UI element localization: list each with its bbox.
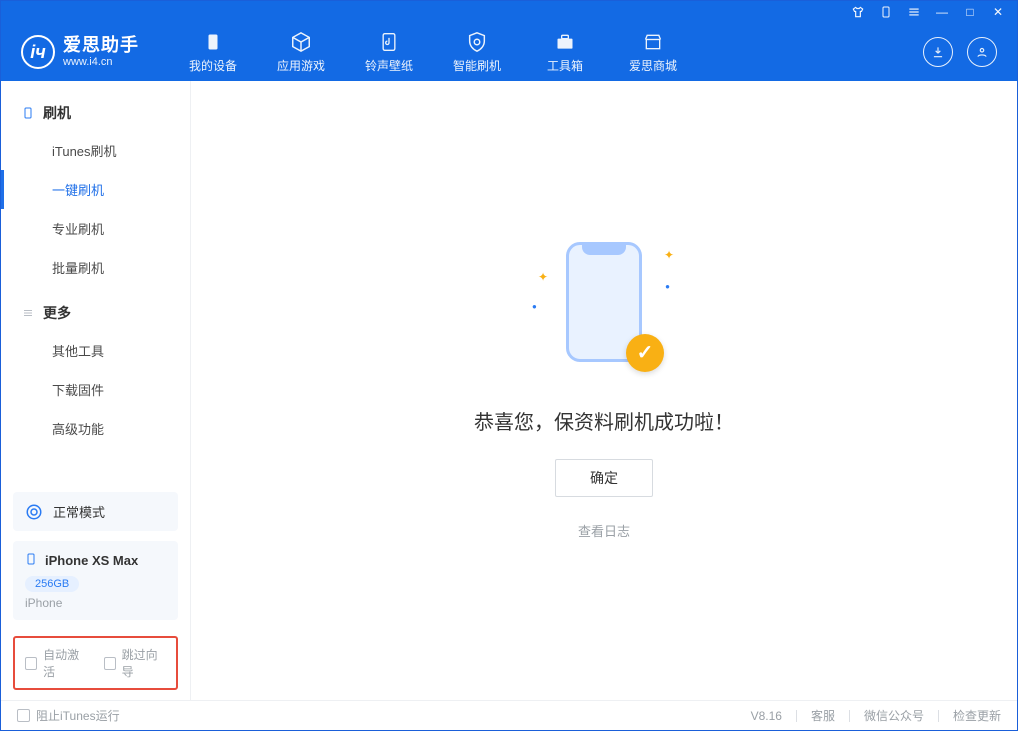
device-type: iPhone <box>25 596 166 610</box>
cube-icon <box>290 31 312 53</box>
shield-refresh-icon <box>466 31 488 53</box>
nav-store[interactable]: 爱思商城 <box>609 23 697 81</box>
sidebar: 刷机 iTunes刷机 一键刷机 专业刷机 批量刷机 更多 其他工具 下载固件 … <box>1 81 191 700</box>
version-label: V8.16 <box>751 709 782 723</box>
header: iч 爱思助手 www.i4.cn 我的设备 应用游戏 铃声壁纸 智能刷机 <box>1 23 1017 81</box>
success-illustration: ✦ ● ✦ ● ✓ <box>544 242 664 382</box>
customer-service-link[interactable]: 客服 <box>811 707 835 724</box>
minimize-icon[interactable]: — <box>935 5 949 19</box>
phone-small-icon[interactable] <box>879 5 893 19</box>
store-icon <box>642 31 664 53</box>
nav-label: 爱思商城 <box>629 57 677 74</box>
nav-smart-flash[interactable]: 智能刷机 <box>433 23 521 81</box>
group-more: 更多 <box>1 295 190 331</box>
refresh-circle-icon <box>25 503 43 521</box>
body: 刷机 iTunes刷机 一键刷机 专业刷机 批量刷机 更多 其他工具 下载固件 … <box>1 81 1017 700</box>
nav-label: 应用游戏 <box>277 57 325 74</box>
logo-subtitle: www.i4.cn <box>63 56 139 68</box>
nav-label: 工具箱 <box>547 57 583 74</box>
nav-ringtones[interactable]: 铃声壁纸 <box>345 23 433 81</box>
check-badge-icon: ✓ <box>626 334 664 372</box>
list-icon <box>21 306 35 320</box>
header-actions <box>923 37 997 67</box>
nav-label: 我的设备 <box>189 57 237 74</box>
wechat-link[interactable]: 微信公众号 <box>864 707 924 724</box>
mode-card[interactable]: 正常模式 <box>13 492 178 531</box>
titlebar: — □ ✕ <box>1 1 1017 23</box>
divider <box>849 710 850 722</box>
mode-label: 正常模式 <box>53 502 105 521</box>
checkbox-icon <box>104 657 116 670</box>
sidebar-item-oneclick-flash[interactable]: 一键刷机 <box>1 170 190 209</box>
auto-activate-checkbox[interactable]: 自动激活 <box>25 646 88 680</box>
phone-notch-icon <box>582 245 626 255</box>
sidebar-item-pro-flash[interactable]: 专业刷机 <box>1 209 190 248</box>
dot-icon: ● <box>532 302 537 311</box>
user-icon[interactable] <box>967 37 997 67</box>
nav-toolbox[interactable]: 工具箱 <box>521 23 609 81</box>
footer: 阻止iTunes运行 V8.16 客服 微信公众号 检查更新 <box>1 700 1017 730</box>
sidebar-item-batch-flash[interactable]: 批量刷机 <box>1 248 190 287</box>
checkbox-icon <box>25 657 37 670</box>
close-icon[interactable]: ✕ <box>991 5 1005 19</box>
device-name: iPhone XS Max <box>45 553 138 568</box>
divider <box>938 710 939 722</box>
phone-icon <box>202 31 224 53</box>
logo: iч 爱思助手 www.i4.cn <box>21 35 139 69</box>
view-log-link[interactable]: 查看日志 <box>578 521 630 540</box>
nav-my-device[interactable]: 我的设备 <box>169 23 257 81</box>
skip-guide-checkbox[interactable]: 跳过向导 <box>104 646 167 680</box>
checkbox-icon <box>17 709 30 722</box>
tshirt-icon[interactable] <box>851 5 865 19</box>
app-window: — □ ✕ iч 爱思助手 www.i4.cn 我的设备 应用游戏 铃声壁纸 <box>0 0 1018 731</box>
group-title: 更多 <box>43 303 71 323</box>
dot-icon: ● <box>665 282 670 291</box>
toolbox-icon <box>554 31 576 53</box>
nav-label: 铃声壁纸 <box>365 57 413 74</box>
phone-outline-icon <box>21 106 35 120</box>
sidebar-item-itunes-flash[interactable]: iTunes刷机 <box>1 131 190 170</box>
success-message: 恭喜您，保资料刷机成功啦！ <box>474 406 734 435</box>
phone-small-icon <box>25 551 37 570</box>
logo-title: 爱思助手 <box>63 36 139 56</box>
nav-apps[interactable]: 应用游戏 <box>257 23 345 81</box>
maximize-icon[interactable]: □ <box>963 5 977 19</box>
options-highlighted: 自动激活 跳过向导 <box>13 636 178 690</box>
checkbox-label: 自动激活 <box>43 646 87 680</box>
device-card[interactable]: iPhone XS Max 256GB iPhone <box>13 541 178 620</box>
group-title: 刷机 <box>43 103 71 123</box>
nav-bar: 我的设备 应用游戏 铃声壁纸 智能刷机 工具箱 爱思商城 <box>169 23 697 81</box>
sparkle-icon: ✦ <box>664 248 674 262</box>
music-file-icon <box>378 31 400 53</box>
block-itunes-checkbox[interactable]: 阻止iTunes运行 <box>17 707 120 724</box>
main-content: ✦ ● ✦ ● ✓ 恭喜您，保资料刷机成功啦！ 确定 查看日志 <box>191 81 1017 700</box>
divider <box>796 710 797 722</box>
sidebar-item-other-tools[interactable]: 其他工具 <box>1 331 190 370</box>
nav-label: 智能刷机 <box>453 57 501 74</box>
sidebar-item-advanced[interactable]: 高级功能 <box>1 409 190 448</box>
storage-badge: 256GB <box>25 576 79 592</box>
checkbox-label: 跳过向导 <box>122 646 166 680</box>
checkbox-label: 阻止iTunes运行 <box>36 707 120 724</box>
sidebar-item-download-firmware[interactable]: 下载固件 <box>1 370 190 409</box>
download-icon[interactable] <box>923 37 953 67</box>
menu-icon[interactable] <box>907 5 921 19</box>
check-update-link[interactable]: 检查更新 <box>953 707 1001 724</box>
sparkle-icon: ✦ <box>538 270 548 284</box>
confirm-button[interactable]: 确定 <box>555 459 653 497</box>
group-flash: 刷机 <box>1 95 190 131</box>
logo-mark-icon: iч <box>21 35 55 69</box>
